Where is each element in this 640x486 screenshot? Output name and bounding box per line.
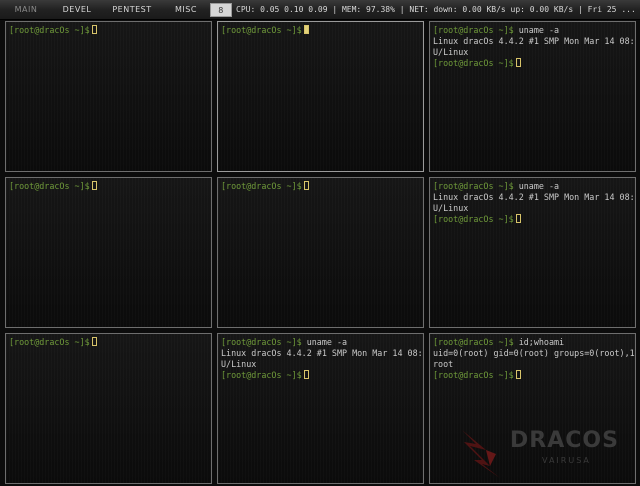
command-text: uname -a <box>306 337 348 347</box>
cursor-icon <box>303 181 309 190</box>
shell-prompt: [root@dracOs ~]$ <box>221 181 302 191</box>
terminal-line: [root@dracOs ~]$ uname -a <box>433 181 635 192</box>
terminal-line: [root@dracOs ~]$ uname -a <box>221 337 423 348</box>
command-text: uname -a <box>518 25 560 35</box>
terminal-pane-8[interactable]: [root@dracOs ~]$ uname -a Linux dracOs 4.4… <box>217 333 424 484</box>
terminal-line: [root@dracOs ~]$ <box>221 25 423 36</box>
shell-prompt: [root@dracOs ~]$ <box>221 25 302 35</box>
cursor-icon <box>303 370 309 379</box>
cursor-icon <box>303 25 309 34</box>
terminal-line: [root@dracOs ~]$ <box>9 181 211 192</box>
shell-prompt: [root@dracOs ~]$ <box>433 25 514 35</box>
command-text: id;whoami <box>518 337 565 347</box>
output-line: uid=0(root) gid=0(root) groups=0(root),1… <box>433 348 636 358</box>
shell-prompt: [root@dracOs ~]$ <box>433 214 514 224</box>
shell-prompt: [root@dracOs ~]$ <box>433 58 514 68</box>
tag-8[interactable]: 8 <box>210 3 232 17</box>
command-text: uname -a <box>518 181 560 191</box>
output-line: root <box>433 359 454 369</box>
terminal-pane-6[interactable]: [root@dracOs ~]$ uname -a Linux dracOs 4.4… <box>429 177 636 328</box>
output-line: Linux dracOs 4.4.2 #1 SMP Mon Mar 14 08:… <box>221 348 424 358</box>
cursor-icon <box>515 214 521 223</box>
terminal-line: [root@dracOs ~]$ <box>9 337 211 348</box>
shell-prompt: [root@dracOs ~]$ <box>433 370 514 380</box>
shell-prompt: [root@dracOs ~]$ <box>433 181 514 191</box>
output-line: Linux dracOs 4.4.2 #1 SMP Mon Mar 14 08:… <box>433 192 636 202</box>
terminal-pane-3[interactable]: [root@dracOs ~]$ uname -a Linux dracOs 4.4… <box>429 21 636 172</box>
shell-prompt: [root@dracOs ~]$ <box>9 337 90 347</box>
terminal-line: [root@dracOs ~]$ uname -a <box>433 25 635 36</box>
logo-title: DRACOS <box>510 428 619 453</box>
terminal-pane-5[interactable]: [root@dracOs ~]$ <box>217 177 424 328</box>
output-line: Linux dracOs 4.4.2 #1 SMP Mon Mar 14 08:… <box>433 36 636 46</box>
dragon-icon <box>462 430 500 478</box>
terminal-pane-4[interactable]: [root@dracOs ~]$ <box>5 177 212 328</box>
terminal-line: [root@dracOs ~]$ id;whoami <box>433 337 635 348</box>
terminal-line: [root@dracOs ~]$ <box>433 370 635 381</box>
terminal-line: [root@dracOs ~]$ <box>9 25 211 36</box>
tag-main[interactable]: MAIN <box>6 3 46 17</box>
terminal-line: [root@dracOs ~]$ <box>433 58 635 69</box>
tag-misc[interactable]: MISC <box>166 3 206 17</box>
output-line: U/Linux <box>221 359 257 369</box>
terminal-pane-7[interactable]: [root@dracOs ~]$ <box>5 333 212 484</box>
shell-prompt: [root@dracOs ~]$ <box>9 25 90 35</box>
cursor-icon <box>91 25 97 34</box>
output-line: U/Linux <box>433 203 469 213</box>
terminal-line: [root@dracOs ~]$ <box>221 181 423 192</box>
shell-prompt: [root@dracOs ~]$ <box>221 370 302 380</box>
tag-devel[interactable]: DEVEL <box>55 3 99 17</box>
cursor-icon <box>515 58 521 67</box>
output-line: U/Linux <box>433 47 469 57</box>
shell-prompt: [root@dracOs ~]$ <box>433 337 514 347</box>
top-bar: MAIN DEVEL PENTEST MISC 8 CPU: 0.05 0.10… <box>0 0 640 20</box>
shell-prompt: [root@dracOs ~]$ <box>221 337 302 347</box>
cursor-icon <box>515 370 521 379</box>
logo-subtitle: VAIRUSA <box>542 456 591 465</box>
cursor-icon <box>91 337 97 346</box>
tag-pentest[interactable]: PENTEST <box>107 3 157 17</box>
terminal-line: [root@dracOs ~]$ <box>221 370 423 381</box>
terminal-pane-2[interactable]: [root@dracOs ~]$ <box>217 21 424 172</box>
terminal-line: [root@dracOs ~]$ <box>433 214 635 225</box>
status-bar-text: CPU: 0.05 0.10 0.09 | MEM: 97.38% | NET:… <box>236 5 636 14</box>
dracos-logo: DRACOS VAIRUSA <box>456 416 636 486</box>
cursor-icon <box>91 181 97 190</box>
shell-prompt: [root@dracOs ~]$ <box>9 181 90 191</box>
terminal-pane-1[interactable]: [root@dracOs ~]$ <box>5 21 212 172</box>
